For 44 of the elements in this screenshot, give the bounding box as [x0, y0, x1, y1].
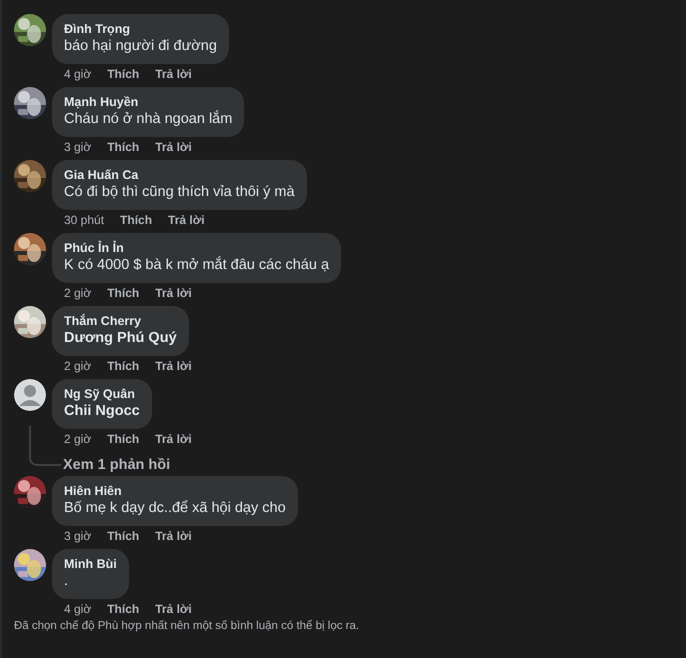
comment-time[interactable]: 30 phút	[64, 213, 104, 227]
like-link[interactable]: Thích	[107, 140, 140, 154]
reply-link[interactable]: Trả lời	[155, 359, 192, 373]
like-link[interactable]: Thích	[107, 529, 140, 543]
comment-text: Chii Ngocc	[64, 402, 140, 421]
reply-link[interactable]: Trả lời	[155, 602, 192, 616]
reply-link[interactable]: Trả lời	[155, 529, 192, 543]
default-avatar-icon	[14, 379, 46, 411]
comment-text: Có đi bộ thì cũng thích vỉa thôi ý mà	[64, 183, 295, 202]
comment-text: báo hại người đi đường	[64, 37, 217, 56]
author-name[interactable]: Mạnh Huyền	[64, 94, 232, 110]
comment-time[interactable]: 3 giờ	[64, 529, 92, 543]
reply-connector-line	[29, 426, 61, 466]
comment-text: Cháu nó ở nhà ngoan lắm	[64, 110, 232, 129]
comment-time[interactable]: 3 giờ	[64, 140, 92, 154]
view-replies-link[interactable]: Xem 1 phản hồi	[63, 456, 170, 474]
reply-link[interactable]: Trả lời	[155, 432, 192, 446]
author-name[interactable]: Đình Trọng	[64, 21, 217, 37]
reply-link[interactable]: Trả lời	[155, 140, 192, 154]
author-name[interactable]: Gia Huấn Ca	[64, 167, 295, 183]
comment-text: Dương Phú Quý	[64, 329, 177, 348]
like-link[interactable]: Thích	[107, 432, 140, 446]
comment-text: K có 4000 $ bà k mở mắt đâu các cháu ạ	[64, 256, 330, 275]
like-link[interactable]: Thích	[107, 602, 140, 616]
reply-link[interactable]: Trả lời	[168, 213, 205, 227]
comment-time[interactable]: 2 giờ	[64, 359, 92, 373]
comment-time[interactable]: 4 giờ	[64, 602, 92, 616]
author-name[interactable]: Hiên Hiên	[64, 483, 286, 499]
author-name[interactable]: Phúc Ỉn Ỉn	[64, 240, 330, 256]
author-name[interactable]: Thắm Cherry	[64, 313, 177, 329]
like-link[interactable]: Thích	[107, 359, 140, 373]
comment-time[interactable]: 2 giờ	[64, 432, 92, 446]
comment-time[interactable]: 4 giờ	[64, 67, 92, 81]
reply-link[interactable]: Trả lời	[155, 67, 192, 81]
like-link[interactable]: Thích	[107, 67, 140, 81]
like-link[interactable]: Thích	[107, 286, 140, 300]
comment-text: Bố mẹ k dạy dc..để xã hội dạy cho	[64, 499, 286, 518]
author-name[interactable]: Minh Bùi	[64, 556, 117, 572]
author-name[interactable]: Ng Sỹ Quân	[64, 386, 140, 402]
filter-note: Đã chọn chế độ Phù hợp nhất nên một số bình luận có thể bị lọc ra.	[14, 620, 360, 632]
comment-time[interactable]: 2 giờ	[64, 286, 92, 300]
reply-link[interactable]: Trả lời	[155, 286, 192, 300]
like-link[interactable]: Thích	[120, 213, 152, 227]
comment-text: .	[64, 572, 70, 591]
